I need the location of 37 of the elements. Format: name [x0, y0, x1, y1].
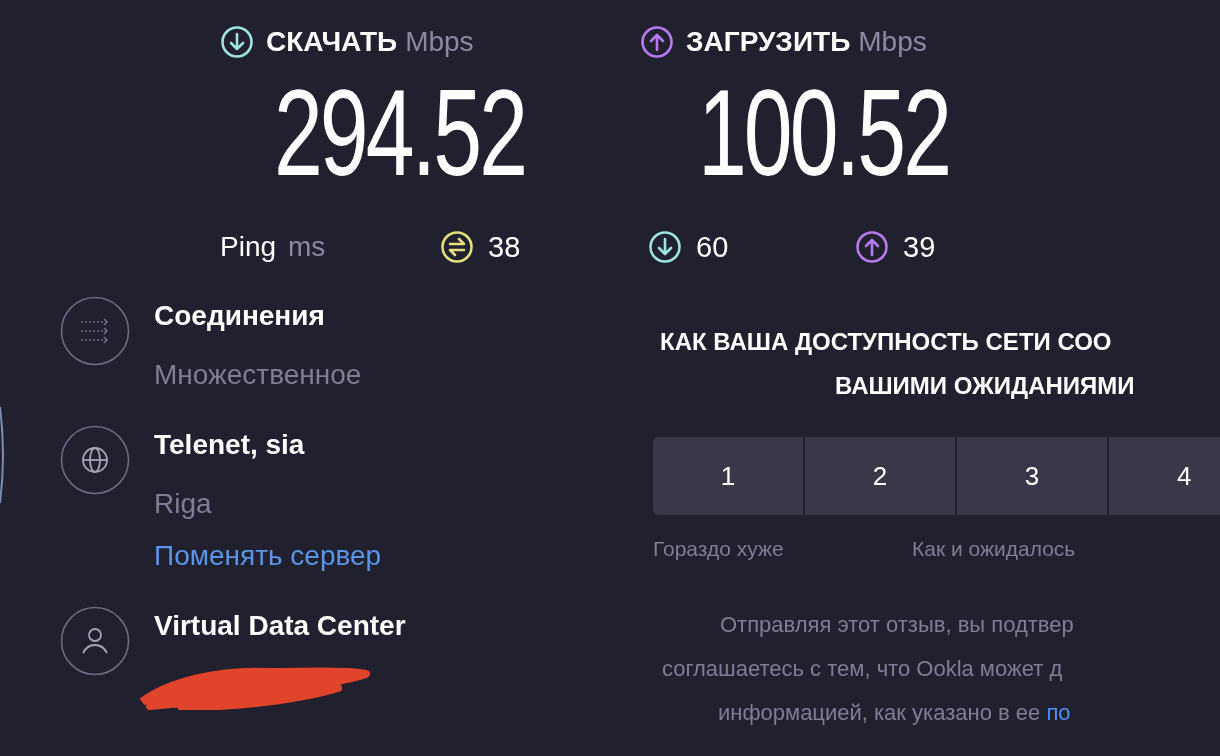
info-subtitle: Riga	[154, 487, 212, 521]
info-title: Virtual Data Center	[154, 609, 406, 643]
ping-value: 60	[696, 230, 729, 264]
rating-option[interactable]: 1	[653, 437, 803, 515]
rating-option[interactable]: 3	[957, 437, 1107, 515]
metric-label: СКАЧАТЬ	[266, 26, 398, 58]
speed-value: 100.52	[698, 72, 950, 194]
person-icon	[60, 606, 130, 676]
ping-label: Ping	[220, 231, 277, 263]
upload-icon	[855, 230, 889, 264]
ping-value: 39	[903, 230, 936, 264]
disclaimer-text: соглашаетесь с тем, что Ookla может д	[662, 656, 1063, 681]
unit-label: ms	[288, 231, 326, 263]
arrows-icon	[60, 296, 130, 366]
survey-question: КАК ВАША ДОСТУПНОСТЬ СЕТИ СОО	[659, 327, 1113, 357]
policy-link[interactable]: по	[1046, 700, 1071, 725]
scale-label: Как и ожидалось	[912, 536, 1076, 562]
info-title: Telenet, sia	[154, 428, 305, 462]
download-icon	[648, 230, 682, 264]
unit-label: Mbps	[858, 26, 927, 58]
ping-value: 38	[488, 230, 521, 264]
change-server-link[interactable]: Поменять сервер	[154, 534, 382, 578]
rating-option[interactable]: 2	[805, 437, 955, 515]
ping-icon	[440, 230, 474, 264]
disclaimer-text: Отправляя этот отзыв, вы подтвер	[720, 612, 1074, 637]
info-title: Соединения	[154, 299, 325, 333]
unit-label: Mbps	[405, 26, 474, 58]
scale-label: Гораздо хуже	[653, 536, 785, 562]
globe-icon	[60, 425, 130, 495]
disclaimer-text: информацией, как указано в ее	[718, 700, 1042, 725]
speed-value: 294.52	[274, 72, 526, 194]
upload-icon	[640, 25, 674, 59]
metric-label: ЗАГРУЗИТЬ	[686, 26, 851, 58]
info-subtitle: Множественное	[154, 358, 362, 392]
survey-question: ВАШИМИ ОЖИДАНИЯМИ	[834, 371, 1136, 401]
download-icon	[220, 25, 254, 59]
rating-option[interactable]: 4	[1109, 437, 1220, 515]
